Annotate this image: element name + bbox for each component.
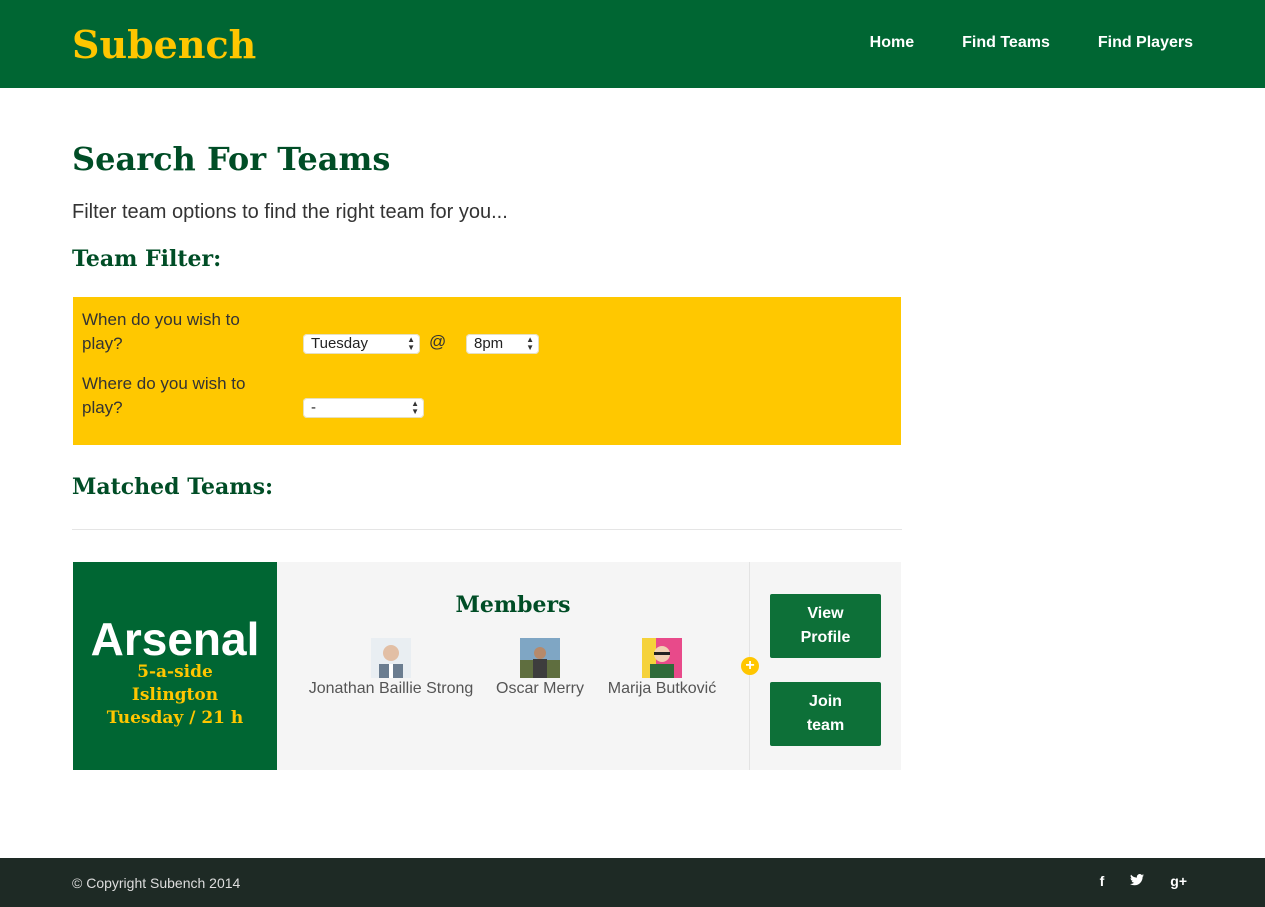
team-name: Arsenal — [90, 613, 260, 665]
copyright-text: © Copyright Subench 2014 — [72, 875, 241, 891]
when-label: When do you wish to play? — [82, 310, 240, 353]
facebook-icon[interactable]: f — [1100, 873, 1105, 889]
page-title: Search For Teams — [72, 140, 391, 178]
location-select[interactable]: - ▲ ▼ — [303, 398, 424, 418]
team-card: Arsenal 5-a-side Islington Tuesday / 21 … — [73, 562, 901, 770]
divider — [72, 529, 902, 530]
day-select[interactable]: Tuesday ▲ ▼ — [303, 334, 420, 354]
twitter-icon[interactable] — [1130, 873, 1145, 889]
member-item[interactable]: Jonathan Baillie Strong — [308, 638, 474, 698]
page-subtitle: Filter team options to find the right te… — [72, 201, 508, 223]
nav-find-teams-link[interactable]: Find Teams — [962, 34, 1050, 52]
time-select-value: 8pm — [474, 335, 504, 352]
site-header: Subench Home Find Teams Find Players — [0, 0, 1265, 88]
member-avatar — [520, 638, 560, 678]
select-arrows-icon: ▲ ▼ — [407, 335, 415, 352]
where-label: Where do you wish to play? — [82, 374, 246, 417]
nav-home-link[interactable]: Home — [870, 34, 914, 52]
member-avatar — [371, 638, 411, 678]
member-item[interactable]: Marija Butković — [603, 638, 721, 698]
nav-find-players-link[interactable]: Find Players — [1098, 34, 1193, 52]
add-member-icon[interactable]: + — [741, 657, 759, 675]
team-schedule: Tuesday / 21 h — [106, 708, 244, 728]
site-footer: © Copyright Subench 2014 f g+ — [0, 858, 1265, 907]
member-name: Marija Butković — [607, 680, 717, 697]
select-arrows-icon: ▲ ▼ — [526, 335, 534, 352]
member-name: Jonathan Baillie Strong — [308, 680, 474, 697]
day-select-value: Tuesday — [311, 335, 368, 352]
team-format: 5-a-side — [137, 662, 213, 682]
google-plus-icon[interactable]: g+ — [1170, 873, 1187, 889]
member-name: Oscar Merry — [496, 680, 584, 697]
team-summary: Arsenal 5-a-side Islington Tuesday / 21 … — [73, 562, 277, 770]
location-select-value: - — [311, 399, 316, 416]
select-arrows-icon: ▲ ▼ — [411, 399, 419, 416]
member-item[interactable]: Oscar Merry — [489, 638, 591, 698]
member-avatar — [642, 638, 682, 678]
team-filter-panel: When do you wish to play? Tuesday ▲ ▼ @ 8… — [73, 297, 901, 445]
main-nav: Home Find Teams Find Players — [822, 34, 1193, 52]
social-links: f g+ — [1074, 873, 1187, 889]
team-filter-heading: Team Filter: — [72, 246, 222, 272]
site-logo[interactable]: Subench — [72, 22, 256, 67]
at-symbol: @ — [429, 332, 447, 351]
join-team-button[interactable]: Join team — [770, 682, 881, 746]
view-profile-button[interactable]: View Profile — [770, 594, 881, 658]
team-location: Islington — [131, 685, 219, 705]
members-heading: Members — [455, 592, 571, 618]
matched-teams-heading: Matched Teams: — [72, 474, 274, 500]
time-select[interactable]: 8pm ▲ ▼ — [466, 334, 539, 354]
